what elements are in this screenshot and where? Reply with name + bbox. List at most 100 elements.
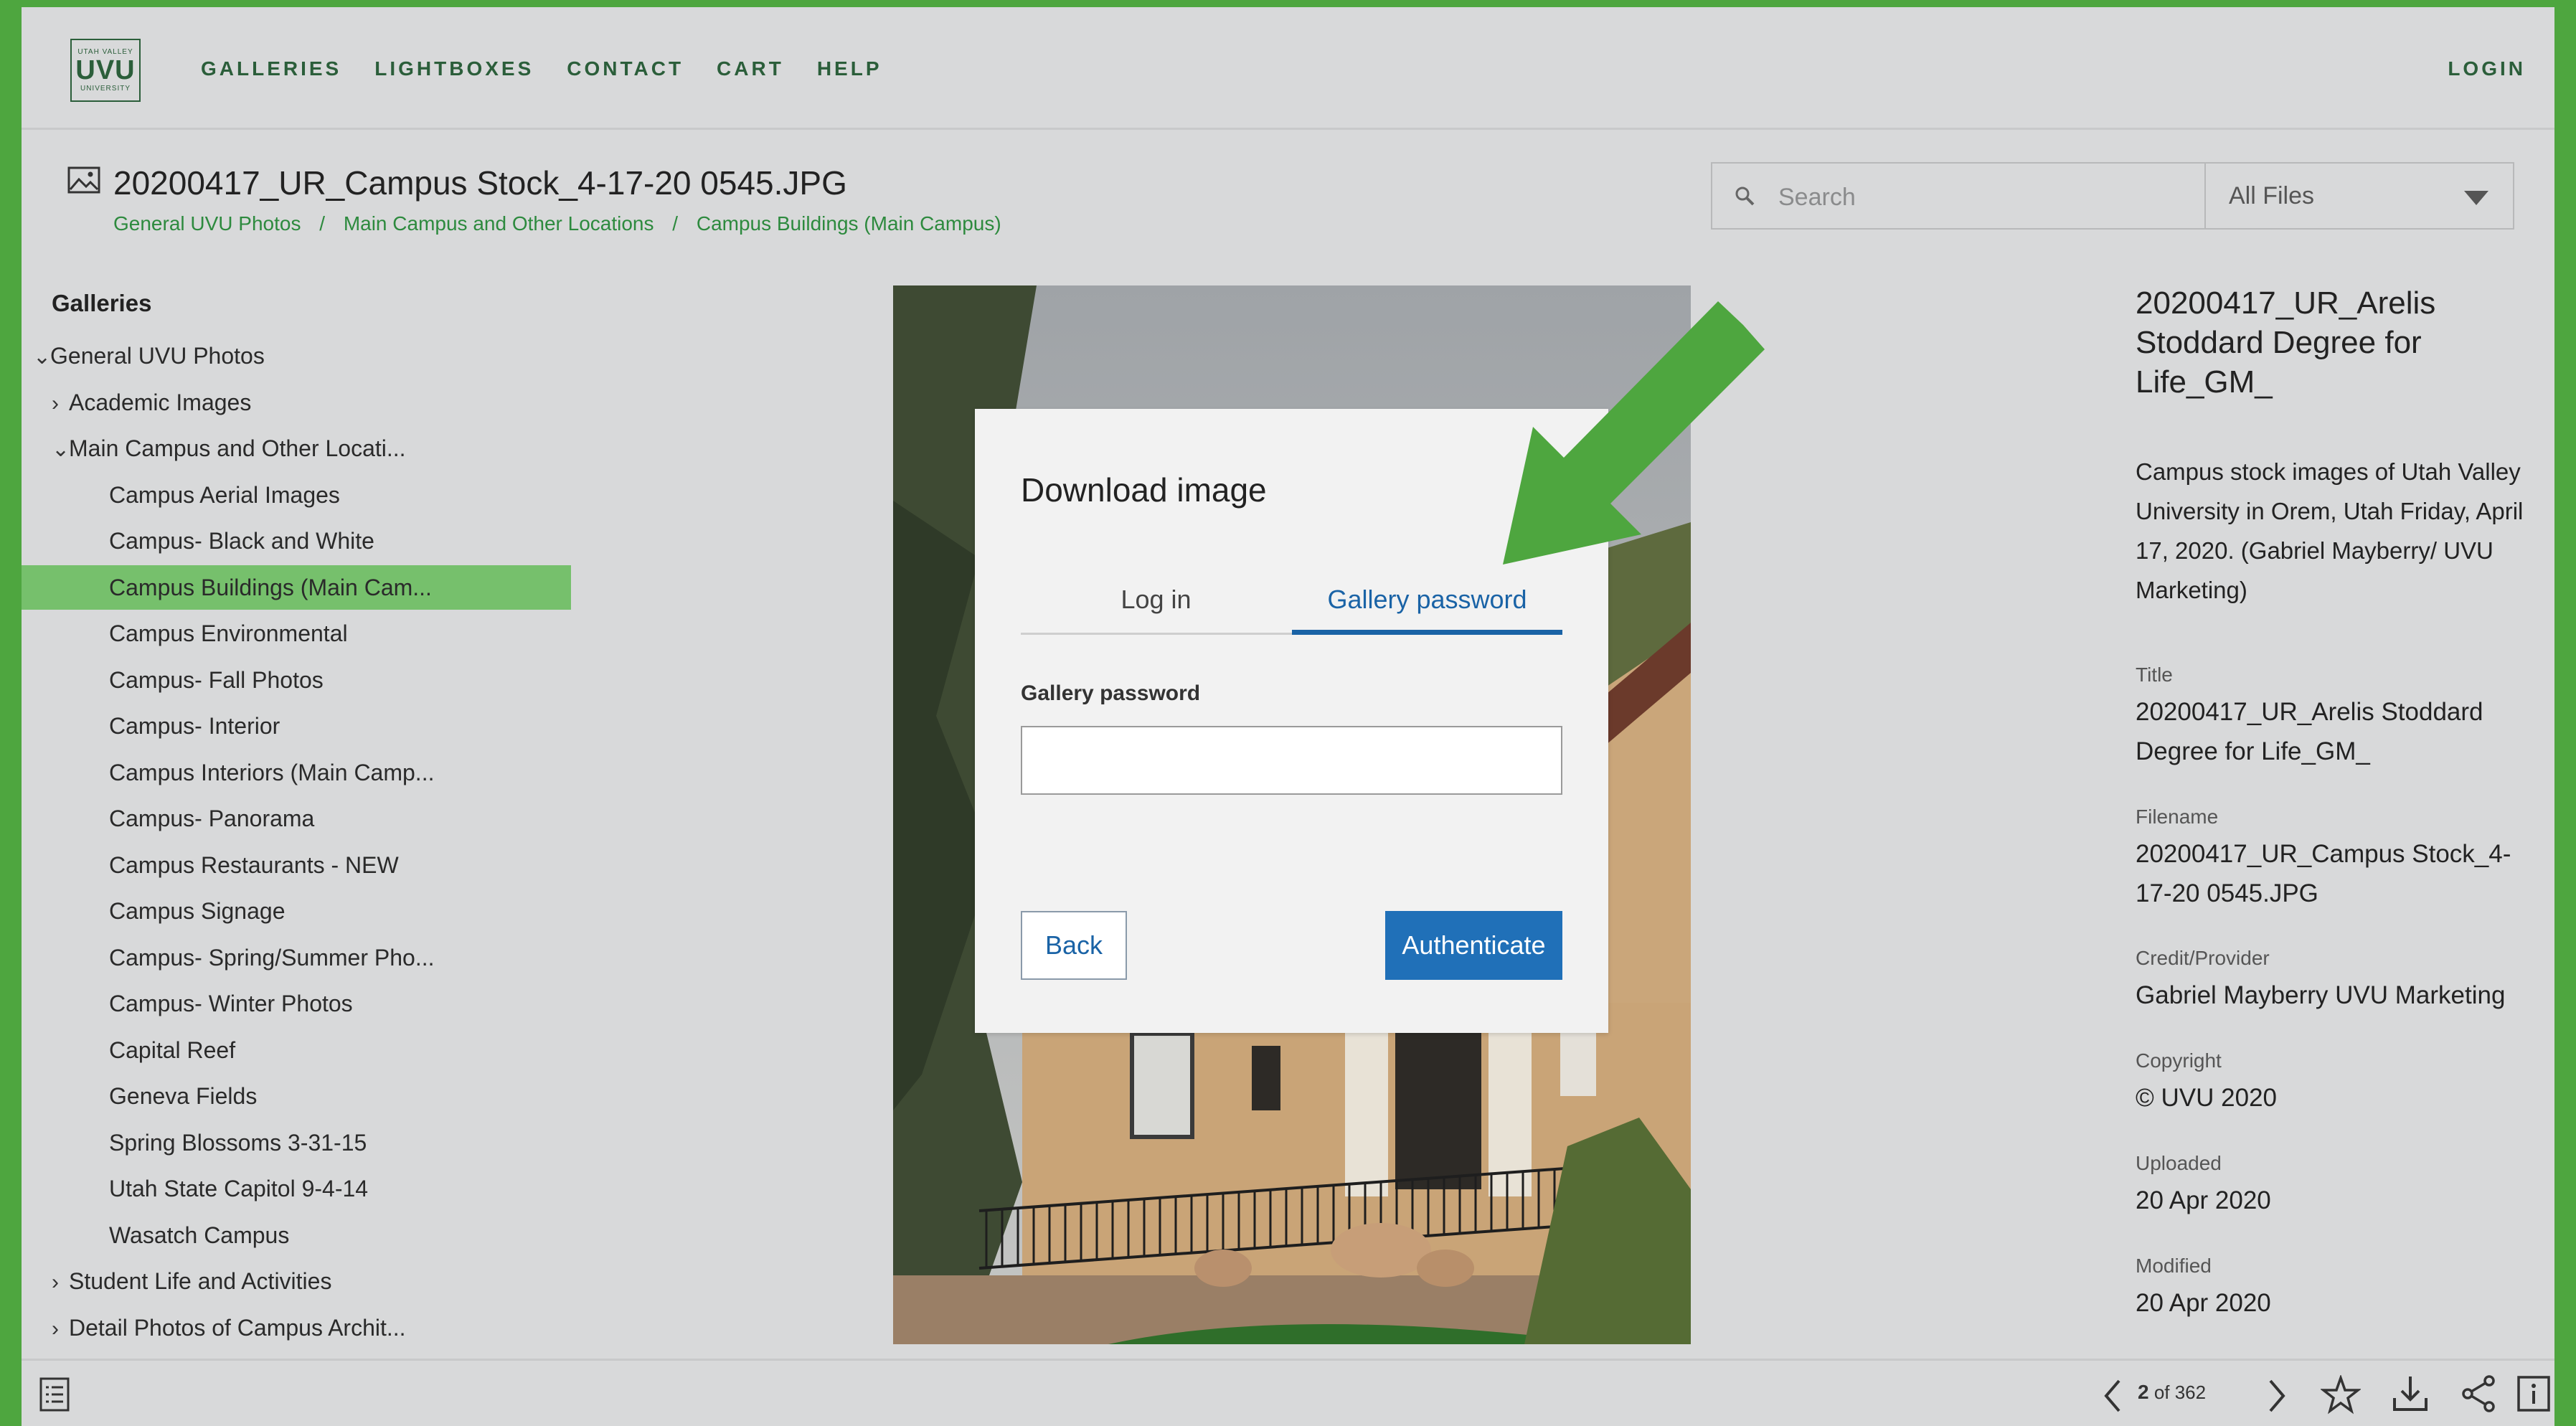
back-button[interactable]: Back	[1021, 911, 1127, 980]
page-total: of 362	[2153, 1382, 2207, 1403]
meta-credit-value: Gabriel Mayberry UVU Marketing	[2136, 981, 2506, 1009]
star-icon[interactable]	[2321, 1375, 2361, 1415]
sidebar-item[interactable]: Campus Buildings (Main Cam...	[22, 565, 571, 610]
chevron-down-icon[interactable]: ⌄	[33, 335, 51, 379]
top-bar: UTAH VALLEY UVU UNIVERSITY GALLERIES LIG…	[22, 7, 2554, 130]
bottom-toolbar: 2 of 362	[22, 1359, 2554, 1426]
breadcrumb-general-uvu-photos[interactable]: General UVU Photos	[113, 212, 301, 235]
nav-help[interactable]: HELP	[817, 57, 882, 80]
download-icon[interactable]	[2390, 1374, 2430, 1414]
sidebar-item[interactable]: Campus Aerial Images	[22, 473, 575, 517]
nav-cart[interactable]: CART	[717, 57, 784, 80]
search-input[interactable]	[1777, 178, 2181, 217]
sidebar-item[interactable]: Geneva Fields	[22, 1074, 575, 1118]
sidebar-item-label: Main Campus and Other Locati...	[69, 435, 406, 461]
chevron-left-icon[interactable]	[2100, 1378, 2125, 1414]
uvu-logo[interactable]: UTAH VALLEY UVU UNIVERSITY	[70, 39, 141, 102]
file-filter-select[interactable]: All Files	[2204, 162, 2514, 230]
meta-uploaded-label: Uploaded	[2136, 1152, 2222, 1174]
list-view-icon[interactable]	[39, 1377, 70, 1412]
file-title: 20200417_UR_Campus Stock_4-17-20 0545.JP…	[113, 164, 847, 202]
login-link[interactable]: LOGIN	[2448, 57, 2526, 80]
sidebar-item[interactable]: Campus Interiors (Main Camp...	[22, 750, 575, 795]
chevron-down-icon[interactable]: ⌄	[52, 428, 70, 472]
sidebar-item-label: Campus Restaurants - NEW	[109, 851, 399, 878]
chevron-right-icon[interactable]	[2265, 1378, 2289, 1414]
file-filter-value: All Files	[2229, 182, 2315, 209]
nav-lightboxes[interactable]: LIGHTBOXES	[374, 57, 534, 80]
sidebar-item-label: Wasatch Campus	[109, 1222, 290, 1248]
sidebar-item[interactable]: Spring Blossoms 3-31-15	[22, 1120, 575, 1165]
details-title: 20200417_UR_Arelis Stoddard Degree for L…	[2136, 285, 2436, 400]
sidebar-item-label: Campus- Black and White	[109, 528, 374, 554]
sidebar-item[interactable]: Campus- Panorama	[22, 796, 575, 841]
sidebar-item-label: Campus Buildings (Main Cam...	[109, 574, 432, 600]
nav-contact[interactable]: CONTACT	[567, 57, 684, 80]
dialog-tabs: Log in Gallery password	[1021, 567, 1562, 635]
authenticate-button[interactable]: Authenticate	[1385, 911, 1562, 980]
sidebar-item[interactable]: ⌄General UVU Photos	[22, 334, 499, 378]
logo-bottom-text: UNIVERSITY	[80, 85, 131, 93]
sidebar-item-label: Utah State Capitol 9-4-14	[109, 1176, 369, 1201]
chevron-right-icon[interactable]: ›	[52, 1307, 69, 1351]
sidebar-item-label: General UVU Photos	[50, 343, 265, 369]
meta-filename-label: Filename	[2136, 806, 2219, 828]
meta-modified-value: 20 Apr 2020	[2136, 1289, 2271, 1317]
sidebar-item[interactable]: Campus- Interior	[22, 704, 575, 748]
sidebar-item-label: Campus Interiors (Main Camp...	[109, 759, 435, 785]
sidebar-item-label: Campus- Fall Photos	[109, 666, 324, 693]
sidebar-item[interactable]: Campus- Winter Photos	[22, 981, 575, 1026]
sidebar-item[interactable]: Capital Reef	[22, 1028, 575, 1072]
sidebar-item[interactable]: Campus- Fall Photos	[22, 658, 575, 702]
sidebar-item-label: Student Life and Activities	[69, 1268, 332, 1294]
logo-main-text: UVU	[75, 55, 136, 85]
app-window: UTAH VALLEY UVU UNIVERSITY GALLERIES LIG…	[22, 7, 2554, 1426]
sidebar-item[interactable]: Campus Environmental	[22, 611, 575, 656]
search-box	[1711, 162, 2206, 230]
sidebar-item[interactable]: Campus Restaurants - NEW	[22, 843, 575, 887]
sidebar-item[interactable]: Campus Signage	[22, 889, 575, 933]
gallery-password-input[interactable]	[1021, 726, 1562, 795]
sidebar-item-label: Capital Reef	[109, 1037, 236, 1063]
meta-modified-label: Modified	[2136, 1255, 2212, 1277]
breadcrumb: General UVU Photos / Main Campus and Oth…	[113, 212, 1001, 235]
sidebar-item[interactable]: ⌄Main Campus and Other Locati...	[22, 426, 518, 471]
details-description: Campus stock images of Utah Valley Unive…	[2136, 458, 2524, 603]
sidebar-item-label: Academic Images	[69, 389, 252, 415]
sidebar-item[interactable]: › Academic Images	[22, 380, 518, 425]
annotation-arrow-icon	[1503, 301, 1765, 565]
sidebar-item[interactable]: › Student Life and Activities	[22, 1259, 518, 1303]
main-nav: GALLERIES LIGHTBOXES CONTACT CART HELP	[201, 57, 882, 80]
sidebar-item[interactable]: › Detail Photos of Campus Archit...	[22, 1305, 518, 1350]
chevron-right-icon[interactable]: ›	[52, 1260, 69, 1305]
caret-down-icon	[2464, 191, 2488, 205]
chevron-right-icon[interactable]: ›	[52, 382, 69, 426]
sidebar-item[interactable]: Utah State Capitol 9-4-14	[22, 1166, 575, 1211]
sidebar-item[interactable]: Wasatch Campus	[22, 1213, 575, 1257]
breadcrumb-campus-buildings[interactable]: Campus Buildings (Main Campus)	[697, 212, 1001, 235]
tab-log-in[interactable]: Log in	[1021, 567, 1291, 633]
meta-title-value: 20200417_UR_Arelis Stoddard Degree for L…	[2136, 698, 2483, 765]
sidebar-item-label: Campus Aerial Images	[109, 481, 340, 508]
meta-uploaded-value: 20 Apr 2020	[2136, 1186, 2271, 1214]
info-icon[interactable]	[2516, 1375, 2551, 1412]
breadcrumb-main-campus[interactable]: Main Campus and Other Locations	[344, 212, 654, 235]
gallery-password-label: Gallery password	[1021, 681, 1201, 705]
sidebar-item[interactable]: Campus- Black and White	[22, 519, 575, 563]
sidebar-item-label: Campus- Panorama	[109, 806, 315, 831]
sidebar-item-label: Spring Blossoms 3-31-15	[109, 1129, 367, 1156]
tab-gallery-password[interactable]: Gallery password	[1292, 567, 1562, 635]
sidebar-item[interactable]: Campus- Spring/Summer Pho...	[22, 935, 575, 980]
sidebar-heading: Galleries	[52, 290, 152, 316]
meta-title-label: Title	[2136, 664, 2173, 686]
sidebar-item-label: Geneva Fields	[109, 1083, 258, 1109]
sidebar-item-label: Detail Photos of Campus Archit...	[69, 1314, 406, 1341]
breadcrumb-separator: /	[319, 212, 326, 235]
nav-galleries[interactable]: GALLERIES	[201, 57, 341, 80]
share-icon[interactable]	[2459, 1374, 2499, 1414]
image-icon	[67, 166, 100, 194]
sidebar-item-label: Campus Signage	[109, 898, 286, 924]
page-current: 2	[2138, 1381, 2149, 1403]
search-icon	[1735, 186, 1755, 206]
sidebar-item-label: Campus Environmental	[109, 620, 348, 646]
